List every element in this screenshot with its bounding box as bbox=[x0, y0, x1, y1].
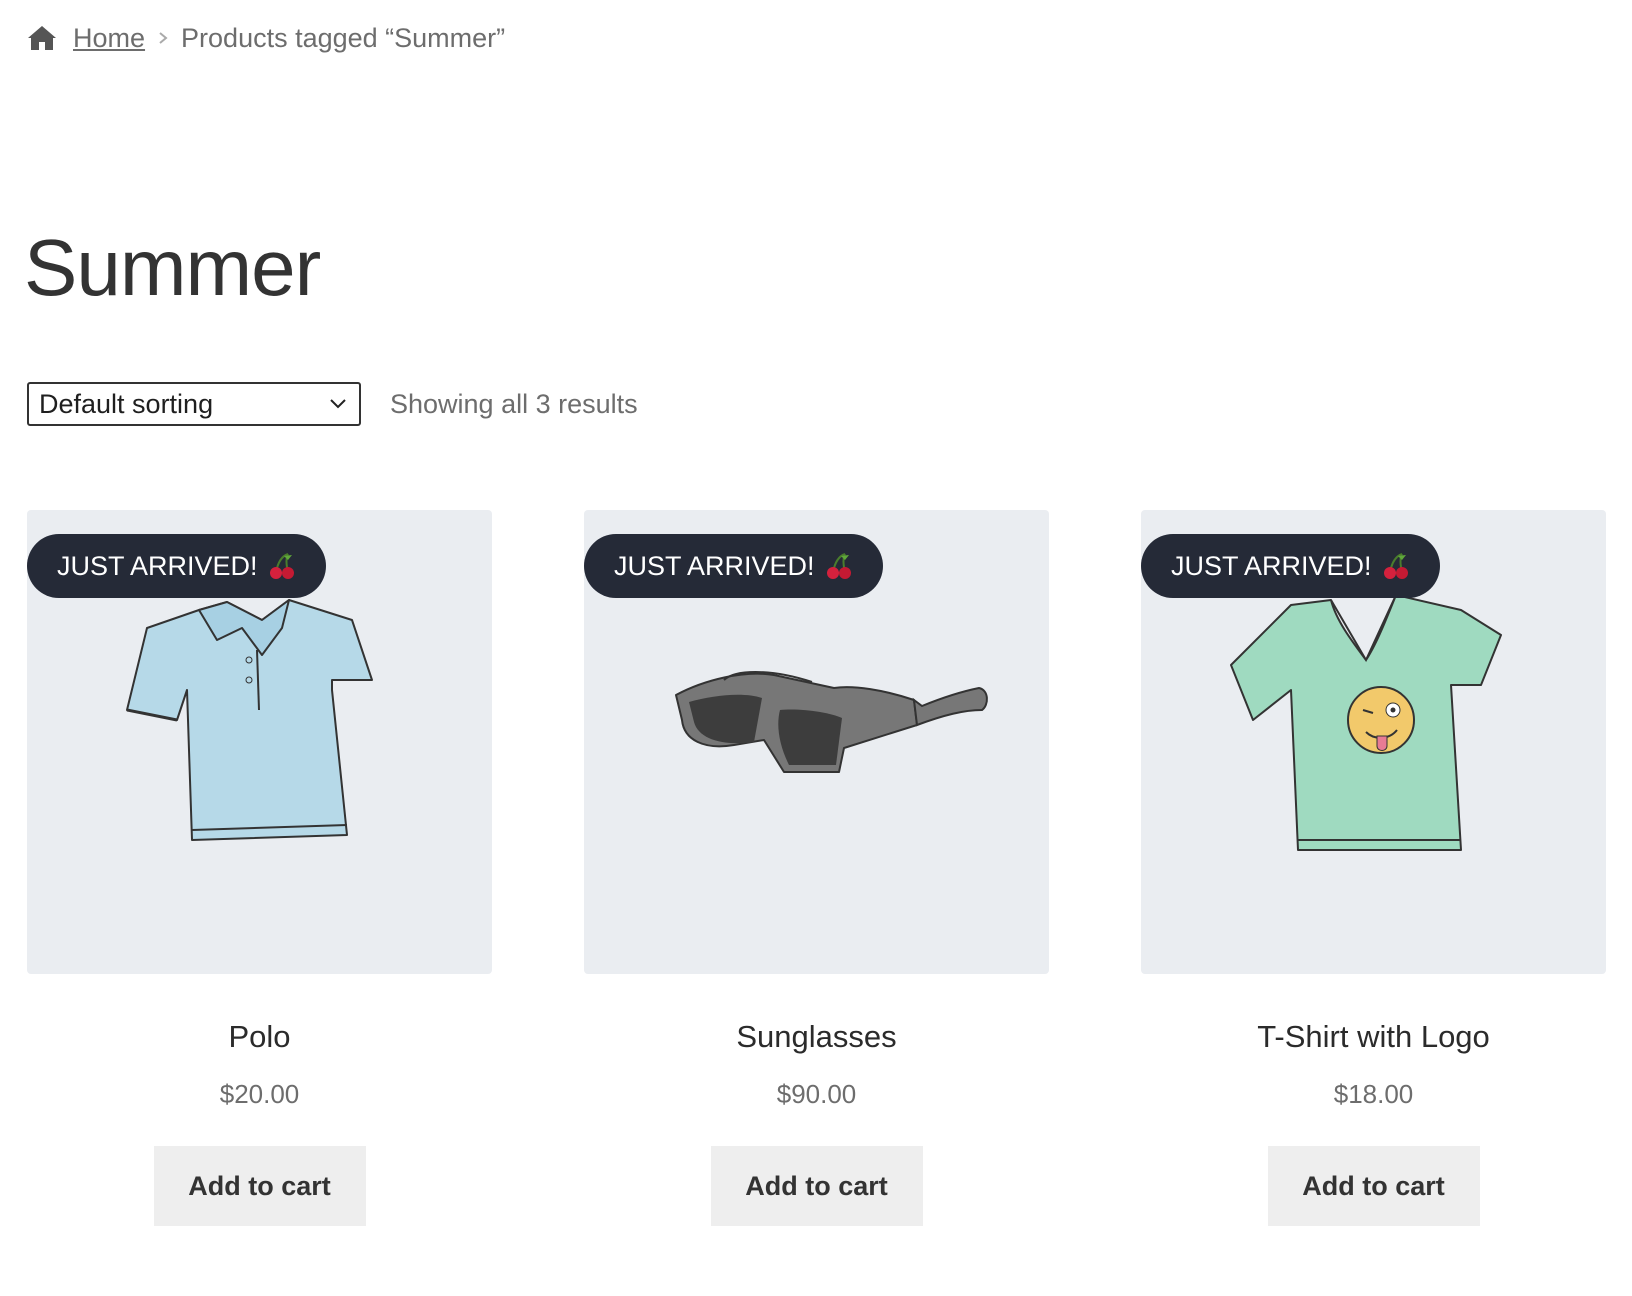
badge-label: JUST ARRIVED! bbox=[614, 550, 815, 581]
breadcrumb-home-link[interactable]: Home bbox=[73, 23, 145, 54]
result-count: Showing all 3 results bbox=[390, 388, 638, 419]
just-arrived-badge: JUST ARRIVED! bbox=[27, 534, 326, 598]
badge-label: JUST ARRIVED! bbox=[1171, 550, 1372, 581]
product-card: JUST ARRIVED! Polo $20.00 Add to cart bbox=[27, 510, 492, 1226]
home-icon bbox=[28, 26, 56, 50]
product-price: $20.00 bbox=[219, 1079, 300, 1109]
just-arrived-badge: JUST ARRIVED! bbox=[1141, 534, 1440, 598]
product-image-link[interactable]: JUST ARRIVED! bbox=[27, 510, 492, 974]
breadcrumb-current: Products tagged “Summer” bbox=[181, 22, 506, 53]
product-image-link[interactable]: JUST ARRIVED! bbox=[1141, 510, 1606, 974]
add-to-cart-button[interactable]: Add to cart bbox=[710, 1146, 923, 1226]
product-price: $18.00 bbox=[1333, 1079, 1414, 1109]
page-title: Summer bbox=[24, 223, 321, 312]
sort-select-value: Default sorting bbox=[39, 388, 214, 419]
sort-select[interactable]: Default sorting bbox=[27, 382, 361, 426]
just-arrived-badge: JUST ARRIVED! bbox=[584, 534, 883, 598]
badge-label: JUST ARRIVED! bbox=[57, 550, 258, 581]
breadcrumb: Home Products tagged “Summer” bbox=[27, 18, 505, 58]
cherry-icon bbox=[1383, 553, 1408, 579]
product-name[interactable]: Sunglasses bbox=[584, 1019, 1049, 1055]
chevron-right-icon bbox=[159, 32, 168, 44]
cherry-icon bbox=[269, 553, 294, 579]
product-card: JUST ARRIVED! Sunglasses $90.00 Add to c… bbox=[584, 510, 1049, 1226]
add-to-cart-button[interactable]: Add to cart bbox=[153, 1146, 366, 1226]
product-card: JUST ARRIVED! T-Shirt with Logo $18.00 A… bbox=[1141, 510, 1606, 1226]
product-image-link[interactable]: JUST ARRIVED! bbox=[584, 510, 1049, 974]
chevron-down-icon bbox=[330, 399, 346, 409]
product-price: $90.00 bbox=[776, 1079, 857, 1109]
shop-toolbar: Default sorting Showing all 3 results bbox=[27, 382, 638, 426]
product-name[interactable]: Polo bbox=[27, 1019, 492, 1055]
product-grid: JUST ARRIVED! Polo $20.00 Add to cart JU… bbox=[27, 510, 1606, 1250]
cherry-icon bbox=[826, 553, 851, 579]
add-to-cart-button[interactable]: Add to cart bbox=[1267, 1146, 1480, 1226]
product-name[interactable]: T-Shirt with Logo bbox=[1141, 1019, 1606, 1055]
